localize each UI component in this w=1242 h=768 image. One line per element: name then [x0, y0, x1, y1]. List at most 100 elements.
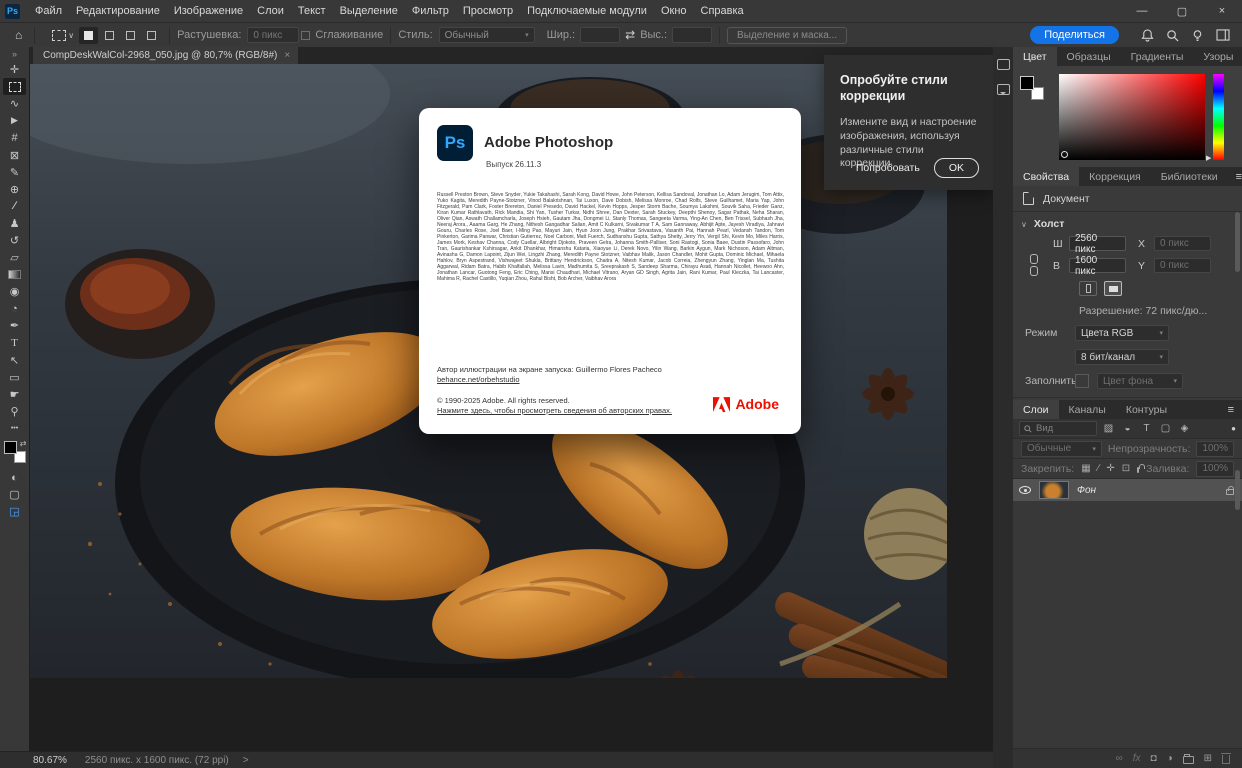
filter-type-layers-icon[interactable]: T [1139, 423, 1154, 434]
filter-smart-object-icon[interactable]: ◈ [1177, 423, 1192, 434]
fill-color-swatch[interactable] [1075, 374, 1089, 388]
portrait-orientation-button[interactable] [1079, 281, 1097, 296]
panel-menu-icon[interactable]: ≡ [1228, 167, 1242, 186]
filter-adjustment-layers-icon[interactable]: ◒ [1120, 423, 1135, 434]
lock-position-icon[interactable]: ✛ [1106, 463, 1114, 474]
blur-tool[interactable]: ◉ [3, 283, 26, 300]
menu-select[interactable]: Выделение [333, 2, 405, 20]
gradient-tool[interactable] [3, 266, 26, 283]
landscape-orientation-button[interactable] [1104, 281, 1122, 296]
layer-name[interactable]: Фон [1077, 485, 1096, 496]
selection-mode-subtract-button[interactable] [121, 27, 140, 44]
hue-slider[interactable] [1213, 74, 1224, 160]
share-button[interactable]: Поделиться [1030, 26, 1119, 44]
bit-depth-dropdown[interactable]: 8 бит/канал▾ [1075, 349, 1169, 365]
canvas-width-input[interactable]: 2560 пикс [1069, 236, 1126, 251]
menu-edit[interactable]: Редактирование [69, 2, 167, 20]
eraser-tool[interactable]: ▱ [3, 249, 26, 266]
swap-dimensions-icon[interactable]: ⇄ [620, 28, 640, 42]
tab-properties[interactable]: Свойства [1013, 167, 1079, 186]
layer-fill-input[interactable]: 100% [1196, 461, 1234, 477]
menu-layers[interactable]: Слои [250, 2, 291, 20]
marquee-tool-icon[interactable] [52, 30, 66, 41]
brush-tool[interactable]: ∕ [3, 198, 26, 215]
canvas-y-input[interactable]: 0 пикс [1154, 258, 1211, 273]
layer-thumbnail[interactable] [1039, 481, 1069, 499]
lasso-tool[interactable]: ∿ [3, 95, 26, 112]
canvas-x-input[interactable]: 0 пикс [1154, 236, 1211, 251]
try-button[interactable]: Попробовать [856, 162, 920, 174]
selection-mode-new-button[interactable] [79, 27, 98, 44]
discover-lightbulb-icon[interactable] [1191, 29, 1204, 42]
lock-artboard-icon[interactable]: ⊡ [1122, 463, 1130, 474]
tab-adjustments[interactable]: Коррекция [1079, 167, 1151, 186]
close-icon[interactable]: × [1202, 0, 1242, 22]
tab-color[interactable]: Цвет [1013, 47, 1057, 66]
select-and-mask-button[interactable]: Выделение и маска... [727, 27, 847, 44]
rectangle-tool[interactable]: ▭ [3, 369, 26, 386]
crop-tool[interactable]: # [3, 129, 26, 146]
edit-toolbar-button[interactable]: ••• [3, 420, 26, 437]
bell-icon[interactable] [1141, 29, 1154, 42]
clone-stamp-tool[interactable]: ♟ [3, 215, 26, 232]
learn-panel-icon[interactable] [997, 59, 1010, 70]
foreground-color-swatch[interactable] [1020, 76, 1034, 90]
panel-menu-icon[interactable]: ≡ [1220, 400, 1242, 419]
new-group-icon[interactable] [1183, 756, 1194, 764]
color-mode-dropdown[interactable]: Цвета RGB▾ [1075, 325, 1169, 341]
frame-tool[interactable]: ⊠ [3, 146, 26, 163]
tab-patterns[interactable]: Узоры [1193, 47, 1242, 66]
opacity-input[interactable]: 100% [1196, 441, 1234, 457]
visibility-eye-icon[interactable] [1019, 486, 1031, 494]
eyedropper-tool[interactable]: ✎ [3, 164, 26, 181]
document-tab[interactable]: CompDeskWalCol-2968_050.jpg @ 80,7% (RGB… [33, 47, 298, 64]
blend-mode-dropdown[interactable]: Обычные▾ [1021, 441, 1102, 457]
zoom-tool[interactable]: ⚲ [3, 403, 26, 420]
hand-tool[interactable]: ☛ [3, 386, 26, 403]
layers-scrollbar[interactable] [1235, 470, 1240, 510]
foreground-color-swatch[interactable] [4, 441, 17, 454]
layer-effects-icon[interactable]: fx [1133, 753, 1141, 764]
height-input[interactable] [672, 27, 712, 43]
menu-type[interactable]: Текст [291, 2, 333, 20]
menu-window[interactable]: Окно [654, 2, 694, 20]
tab-paths[interactable]: Контуры [1116, 400, 1177, 419]
menu-help[interactable]: Справка [694, 2, 751, 20]
lock-pixels-icon[interactable]: ∕ [1098, 463, 1100, 474]
pen-tool[interactable]: ✒ [3, 317, 26, 334]
toolbar-collapse-icon[interactable]: » [12, 47, 17, 61]
filter-pixel-layers-icon[interactable]: ▨ [1101, 423, 1116, 434]
color-swatches[interactable]: ⇄ [4, 441, 26, 463]
tab-libraries[interactable]: Библиотеки [1151, 167, 1228, 186]
link-layers-icon[interactable]: ∞ [1116, 753, 1123, 764]
lock-transparency-icon[interactable]: ▦ [1081, 463, 1090, 474]
layer-row-background[interactable]: Фон [1013, 479, 1242, 501]
marquee-tool[interactable] [3, 78, 26, 95]
menu-file[interactable]: Файл [28, 2, 69, 20]
tab-layers[interactable]: Слои [1013, 400, 1059, 419]
filter-shape-layers-icon[interactable]: ▢ [1158, 423, 1173, 434]
path-selection-tool[interactable]: ↖ [3, 352, 26, 369]
screen-mode-button[interactable]: ▢ [3, 486, 26, 503]
style-dropdown[interactable]: Обычный▾ [439, 27, 535, 43]
menu-image[interactable]: Изображение [167, 2, 250, 20]
healing-brush-tool[interactable]: ⊕ [3, 181, 26, 198]
swap-colors-icon[interactable]: ⇄ [20, 439, 27, 448]
search-icon[interactable] [1166, 29, 1179, 42]
menu-filter[interactable]: Фильтр [405, 2, 456, 20]
layer-mask-icon[interactable]: ◘ [1151, 753, 1157, 764]
saturation-brightness-field[interactable] [1059, 74, 1205, 160]
tab-channels[interactable]: Каналы [1059, 400, 1116, 419]
move-tool[interactable]: ✛ [3, 61, 26, 78]
dodge-tool[interactable]: ◔ [3, 300, 26, 317]
fill-dropdown[interactable]: Цвет фона▾ [1097, 373, 1183, 389]
type-tool[interactable]: T [3, 335, 26, 352]
feather-input[interactable]: 0 пикс [247, 27, 299, 43]
status-options-chevron[interactable]: > [243, 755, 249, 766]
selection-mode-intersect-button[interactable] [142, 27, 161, 44]
lock-all-icon[interactable] [1137, 467, 1139, 473]
tab-swatches[interactable]: Образцы [1057, 47, 1121, 66]
comments-panel-icon[interactable] [997, 84, 1010, 95]
workspace-icon[interactable] [1216, 29, 1230, 41]
tab-gradients[interactable]: Градиенты [1121, 47, 1194, 66]
